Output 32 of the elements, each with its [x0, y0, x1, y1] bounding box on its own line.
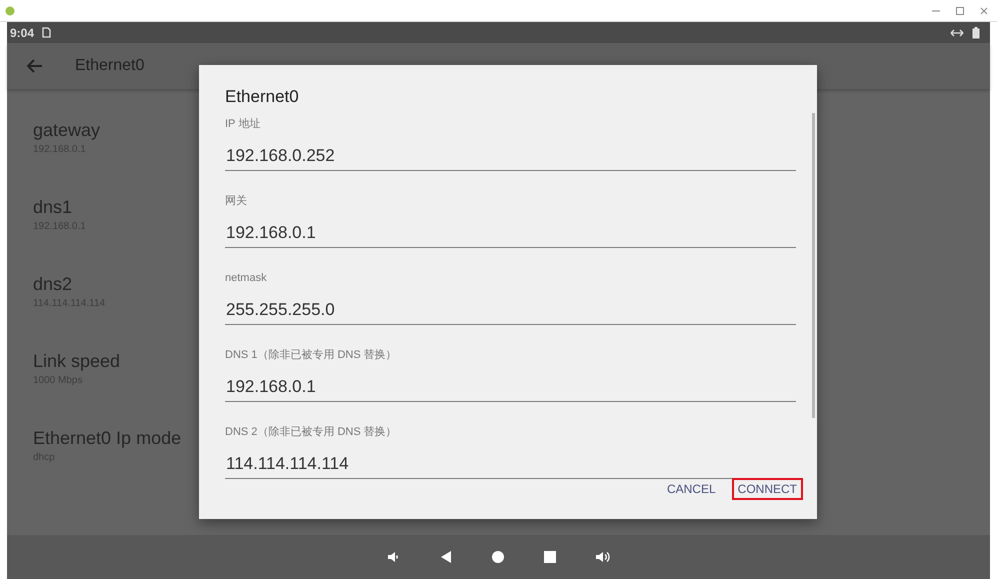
input-field[interactable]: 192.168.0.1: [225, 373, 796, 402]
screen-title: Ethernet0: [75, 57, 144, 75]
field-label: 网关: [225, 194, 248, 209]
input-field[interactable]: 114.114.114.114: [225, 450, 796, 479]
input-field[interactable]: 192.168.0.252: [225, 142, 796, 171]
close-icon[interactable]: [979, 6, 989, 16]
battery-icon: [972, 26, 980, 38]
field-label: DNS 2（除非已被专用 DNS 替换）: [225, 425, 398, 440]
recents-icon[interactable]: [542, 550, 556, 564]
dialog-title: Ethernet0: [225, 87, 300, 108]
volume-up-icon[interactable]: [594, 550, 610, 564]
dialog-button[interactable]: CANCEL: [660, 478, 722, 500]
setting-title: dns2: [33, 273, 74, 295]
clock-text: 9:04: [10, 26, 34, 40]
maximize-icon[interactable]: [955, 6, 965, 16]
back-arrow-icon[interactable]: [27, 59, 43, 73]
sd-card-icon: [42, 27, 52, 38]
field-label: DNS 1（除非已被专用 DNS 替换）: [225, 348, 398, 363]
ethernet-icon: [950, 28, 964, 38]
setting-title: gateway: [33, 119, 102, 141]
field-label: IP 地址: [225, 117, 262, 132]
input-field[interactable]: 255.255.255.0: [225, 296, 796, 325]
app-icon: [5, 6, 15, 16]
setting-title: dns1: [33, 196, 74, 218]
field-label: netmask: [225, 271, 268, 286]
setting-title: Ethernet0 Ip mode: [33, 427, 182, 449]
input-field[interactable]: 192.168.0.1: [225, 219, 796, 248]
home-icon[interactable]: [490, 550, 504, 564]
volume-down-icon[interactable]: [386, 550, 400, 564]
setting-title: Link speed: [33, 350, 122, 372]
dialog-button[interactable]: CONNECT: [732, 478, 803, 500]
back-icon[interactable]: [438, 550, 452, 564]
